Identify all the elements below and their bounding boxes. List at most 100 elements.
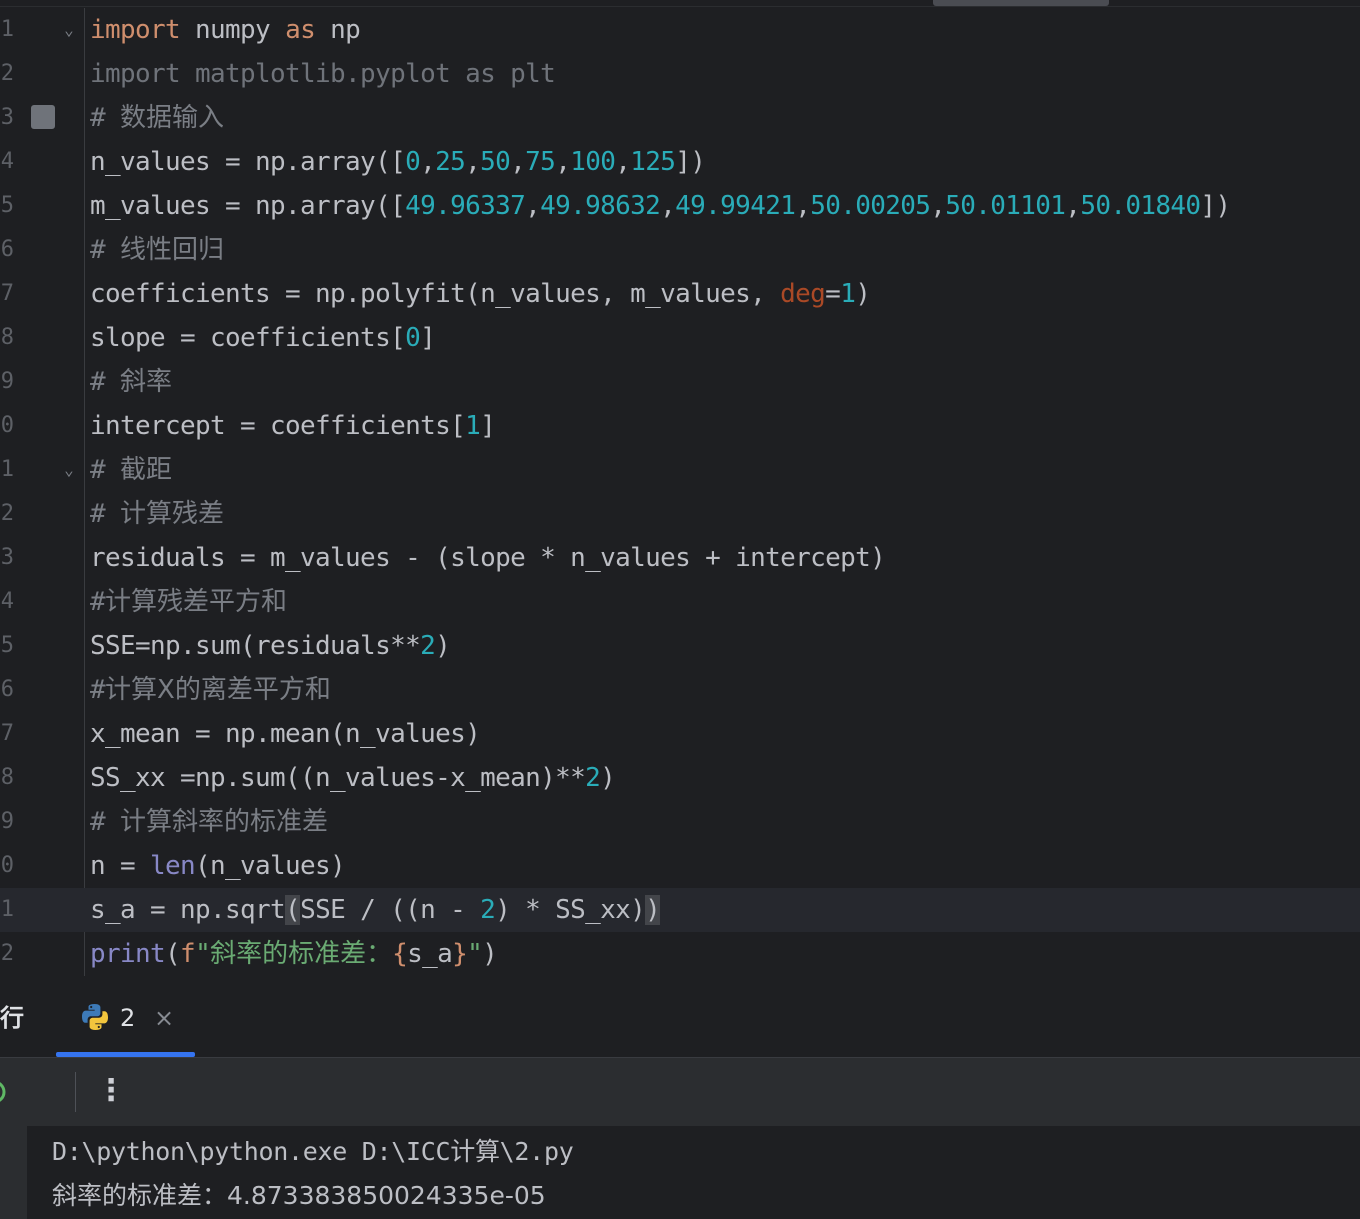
code-token: " xyxy=(467,939,483,969)
code-line[interactable]: 1 ⌄ import numpy as np xyxy=(0,8,1360,52)
code-line[interactable]: 1 s_a = np.sqrt(SSE / ((n - 2) * SS_xx)) xyxy=(0,888,1360,932)
line-number: 3 xyxy=(0,536,14,580)
code-line[interactable]: 2 import matplotlib.pyplot as plt xyxy=(0,52,1360,96)
code-token: 50 xyxy=(480,147,511,177)
code-line[interactable]: 5 SSE=np.sum(residuals**2) xyxy=(0,624,1360,668)
line-number-text: 1 xyxy=(0,457,14,482)
code-token: n_values = np.array([ xyxy=(90,147,406,177)
code-token: m_values = np.array([ xyxy=(90,191,406,221)
code-line[interactable]: 2 # 计算残差 xyxy=(0,492,1360,536)
run-tool-window: 行 2 × ⋮ D:\python\python.exe D:\ICC计算\2.… xyxy=(0,976,1360,1219)
code-line[interactable]: 1 ⌄ # 截距 xyxy=(0,448,1360,492)
code-line[interactable]: 4 #计算残差平方和 xyxy=(0,580,1360,624)
code-line[interactable]: 3 # 数据输入 xyxy=(0,96,1360,140)
line-number-text: 2 xyxy=(0,61,14,86)
line-number-text: 3 xyxy=(0,545,14,570)
fold-chevron-icon[interactable]: ⌄ xyxy=(61,462,77,478)
code-token: SS_xx =np.sum((n_values-x_mean)** xyxy=(90,763,586,793)
code-token: 线性回归 xyxy=(120,235,225,265)
code-token: ] xyxy=(480,411,496,441)
code-token: ) xyxy=(645,895,661,925)
code-token: SSE / ((n - xyxy=(300,895,481,925)
code-line[interactable]: 2 print(f"斜率的标准差：{s_a}") xyxy=(0,932,1360,976)
line-number: 6 xyxy=(0,228,14,272)
line-number: 0 xyxy=(0,404,14,448)
code-line[interactable]: 5 m_values = np.array([49.96337,49.98632,… xyxy=(0,184,1360,228)
code-token: { xyxy=(392,939,408,969)
tab-label: 2 xyxy=(120,1004,136,1032)
code-token: (n_values) xyxy=(195,851,346,881)
code-token: 49.99421 xyxy=(675,191,796,221)
line-number-text: 1 xyxy=(0,897,14,922)
code-token: 2 xyxy=(585,763,601,793)
code-text: SS_xx =np.sum((n_values-x_mean)**2) xyxy=(90,756,616,800)
code-line[interactable]: 9 # 斜率 xyxy=(0,360,1360,404)
code-token: " xyxy=(195,939,211,969)
code-token: 25 xyxy=(435,147,466,177)
code-token: 2 xyxy=(420,631,436,661)
code-line[interactable]: 7 x_mean = np.mean(n_values) xyxy=(0,712,1360,756)
code-token: 75 xyxy=(525,147,556,177)
code-line[interactable]: 0 n = len(n_values) xyxy=(0,844,1360,888)
tool-window-tab-bar: 行 2 × xyxy=(0,976,1360,1058)
code-token: 数据输入 xyxy=(120,103,225,133)
code-line[interactable]: 7 coefficients = np.polyfit(n_values, m_v… xyxy=(0,272,1360,316)
tab-close-icon[interactable]: × xyxy=(154,1000,174,1036)
run-toolbar: ⋮ xyxy=(0,1058,1360,1126)
line-number: 4 xyxy=(0,580,14,624)
console-gutter xyxy=(0,1126,27,1219)
code-line[interactable]: 3 residuals = m_values - (slope * n_value… xyxy=(0,536,1360,580)
code-token: 斜率 xyxy=(120,367,173,397)
code-token: # xyxy=(90,807,121,837)
line-number: 9 xyxy=(0,360,14,404)
editor-top-border xyxy=(0,6,1360,7)
code-token: 斜率的标准差： xyxy=(210,939,393,969)
code-line[interactable]: 8 SS_xx =np.sum((n_values-x_mean)**2) xyxy=(0,756,1360,800)
code-token: # xyxy=(90,367,121,397)
code-token: ) * SS_xx) xyxy=(495,895,646,925)
code-token: import xyxy=(90,15,181,45)
code-line[interactable]: 8 slope = coefficients[0] xyxy=(0,316,1360,360)
code-token: f xyxy=(180,939,196,969)
code-token: , xyxy=(660,191,676,221)
code-token: # xyxy=(90,455,121,485)
code-token: , xyxy=(510,147,526,177)
code-token: s_a = np.sqrt xyxy=(90,895,286,925)
line-number-text: 7 xyxy=(0,281,14,306)
line-number: 8 xyxy=(0,756,14,800)
code-token: 50.00205 xyxy=(810,191,931,221)
code-line[interactable]: 6 #计算X的离差平方和 xyxy=(0,668,1360,712)
code-token: ) xyxy=(482,939,498,969)
code-line[interactable]: 0 intercept = coefficients[1] xyxy=(0,404,1360,448)
line-number: 5 xyxy=(0,624,14,668)
line-number-text: 8 xyxy=(0,765,14,790)
console-line-command: D:\python\python.exe D:\ICC计算\2.py xyxy=(52,1130,574,1174)
code-line[interactable]: 6 # 线性回归 xyxy=(0,228,1360,272)
code-token: , xyxy=(555,147,571,177)
code-text: # 计算斜率的标准差 xyxy=(90,800,328,844)
code-line[interactable]: 4 n_values = np.array([0,25,50,75,100,125… xyxy=(0,140,1360,184)
code-token: , xyxy=(1065,191,1081,221)
line-number-text: 0 xyxy=(0,413,14,438)
code-token: x_mean = np.mean(n_values) xyxy=(90,719,481,749)
tab-run-config[interactable]: 2 × xyxy=(56,976,196,1058)
code-text: #计算X的离差平方和 xyxy=(90,668,331,712)
line-number: 6 xyxy=(0,668,14,712)
code-token: ( xyxy=(285,895,301,925)
code-token: 2 xyxy=(480,895,496,925)
code-token: # xyxy=(90,675,106,705)
code-token: slope = coefficients[ xyxy=(90,323,406,353)
more-options-icon[interactable]: ⋮ xyxy=(96,1068,126,1114)
line-number-text: 4 xyxy=(0,589,14,614)
code-token: , xyxy=(525,191,541,221)
code-token: , xyxy=(420,147,436,177)
console-output[interactable]: D:\python\python.exe D:\ICC计算\2.py 斜率的标准… xyxy=(0,1126,1360,1219)
rerun-icon[interactable] xyxy=(0,1078,6,1106)
fold-chevron-icon[interactable]: ⌄ xyxy=(61,22,77,38)
code-line[interactable]: 9 # 计算斜率的标准差 xyxy=(0,800,1360,844)
code-token: # xyxy=(90,103,121,133)
code-editor[interactable]: 1 ⌄ import numpy as np 2 import matplotlib.p… xyxy=(0,0,1360,976)
code-text: #计算残差平方和 xyxy=(90,580,287,624)
code-token: , xyxy=(795,191,811,221)
stop-icon[interactable] xyxy=(31,105,55,129)
